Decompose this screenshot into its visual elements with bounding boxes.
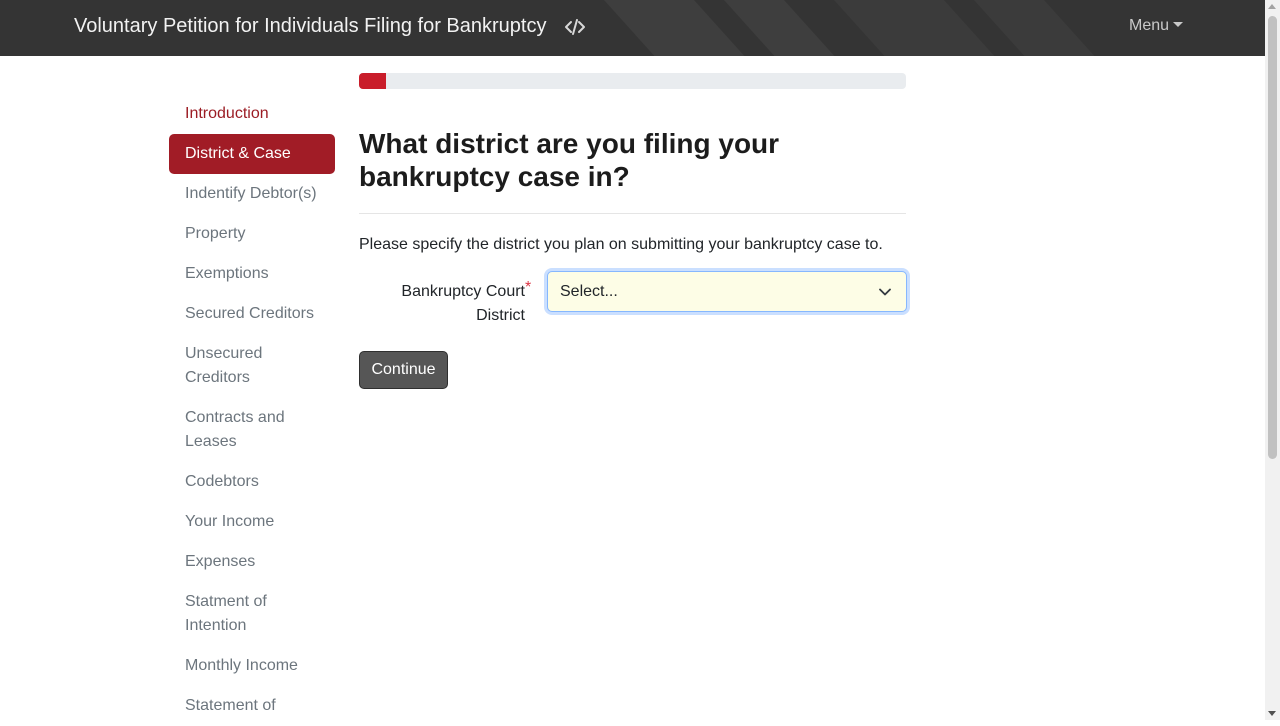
vertical-scrollbar[interactable] (1265, 0, 1280, 720)
district-select-value: Select... (560, 283, 618, 300)
district-field-label: Bankruptcy Court District (401, 283, 525, 324)
top-navbar: Voluntary Petition for Individuals Filin… (0, 0, 1265, 56)
progress-fill (359, 73, 387, 89)
caret-down-icon (1173, 22, 1184, 27)
scroll-down-arrow-icon[interactable] (1268, 711, 1276, 716)
menu-dropdown[interactable]: Menu (1129, 17, 1184, 35)
sidebar-item-unsecured-creditors[interactable]: Unsecured Creditors (169, 334, 335, 398)
sidebar-item-contracts-leases[interactable]: Contracts and Leases (169, 398, 335, 462)
app-title[interactable]: Voluntary Petition for Individuals Filin… (74, 15, 546, 38)
section-sidebar: Introduction District & Case Indentify D… (169, 94, 335, 726)
sidebar-item-secured-creditors[interactable]: Secured Creditors (169, 294, 335, 334)
question-subtitle: Please specify the district you plan on … (359, 236, 883, 253)
divider (359, 213, 906, 214)
sidebar-item-your-income[interactable]: Your Income (169, 502, 335, 542)
scroll-up-arrow-icon[interactable] (1268, 4, 1276, 9)
sidebar-item-codebtors[interactable]: Codebtors (169, 462, 335, 502)
sidebar-item-statement-of[interactable]: Statement of (169, 686, 335, 726)
menu-label: Menu (1129, 17, 1170, 34)
chevron-down-icon (879, 288, 891, 296)
sidebar-item-exemptions[interactable]: Exemptions (169, 254, 335, 294)
sidebar-item-monthly-income[interactable]: Monthly Income (169, 646, 335, 686)
progress-bar (359, 73, 906, 89)
continue-button[interactable]: Continue (359, 351, 448, 389)
page-title: What district are you filing your bankru… (359, 128, 780, 192)
sidebar-item-district-case[interactable]: District & Case (169, 134, 335, 174)
required-marker: * (525, 279, 532, 296)
sidebar-item-identify-debtors[interactable]: Indentify Debtor(s) (169, 174, 335, 214)
code-icon[interactable] (564, 16, 586, 38)
sidebar-item-expenses[interactable]: Expenses (169, 542, 335, 582)
scroll-thumb[interactable] (1268, 16, 1277, 459)
district-select[interactable]: Select... (547, 271, 907, 312)
sidebar-item-introduction[interactable]: Introduction (169, 94, 335, 134)
sidebar-item-property[interactable]: Property (169, 214, 335, 254)
sidebar-item-statement-of-intention[interactable]: Statment of Intention (169, 582, 335, 646)
